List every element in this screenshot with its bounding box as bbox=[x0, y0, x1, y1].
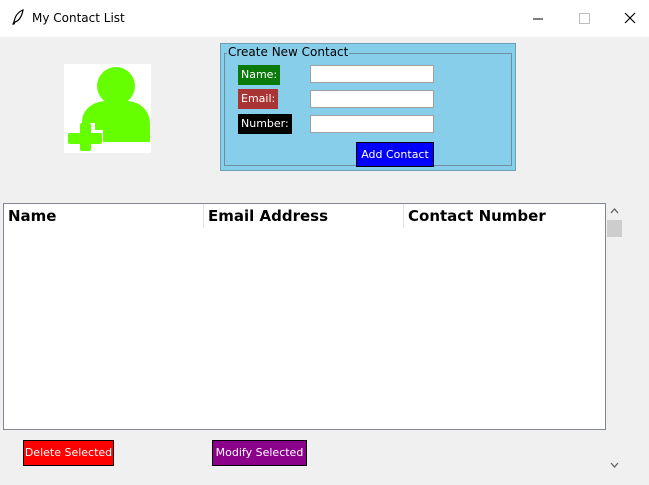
column-header-contact-number[interactable]: Contact Number bbox=[404, 204, 605, 228]
number-label: Number: bbox=[238, 114, 292, 134]
email-field[interactable] bbox=[310, 90, 434, 108]
title-bar: My Contact List bbox=[0, 0, 649, 37]
name-field[interactable] bbox=[310, 65, 434, 83]
scroll-thumb[interactable] bbox=[607, 220, 622, 237]
email-label: Email: bbox=[238, 89, 279, 109]
column-header-name[interactable]: Name bbox=[4, 204, 204, 228]
number-field[interactable] bbox=[310, 115, 434, 133]
add-user-icon bbox=[67, 67, 150, 152]
column-header-email[interactable]: Email Address bbox=[204, 204, 404, 228]
create-contact-panel: Create New Contact Name: Email: Number: … bbox=[220, 43, 516, 171]
add-contact-button[interactable]: Add Contact bbox=[356, 142, 434, 167]
modify-selected-button[interactable]: Modify Selected bbox=[212, 440, 307, 466]
scroll-up-icon[interactable] bbox=[606, 203, 623, 219]
name-label: Name: bbox=[238, 65, 281, 85]
delete-selected-button[interactable]: Delete Selected bbox=[23, 440, 114, 466]
minimize-icon[interactable] bbox=[518, 6, 558, 30]
panel-title: Create New Contact bbox=[227, 45, 350, 59]
window-title: My Contact List bbox=[32, 11, 125, 25]
maximize-icon[interactable] bbox=[564, 6, 604, 30]
scroll-down-icon[interactable] bbox=[606, 457, 623, 473]
close-icon[interactable] bbox=[610, 6, 649, 30]
contacts-table[interactable]: Name Email Address Contact Number bbox=[3, 203, 606, 430]
logo bbox=[64, 64, 151, 153]
vertical-scrollbar[interactable] bbox=[606, 203, 623, 473]
feather-icon bbox=[12, 9, 24, 25]
